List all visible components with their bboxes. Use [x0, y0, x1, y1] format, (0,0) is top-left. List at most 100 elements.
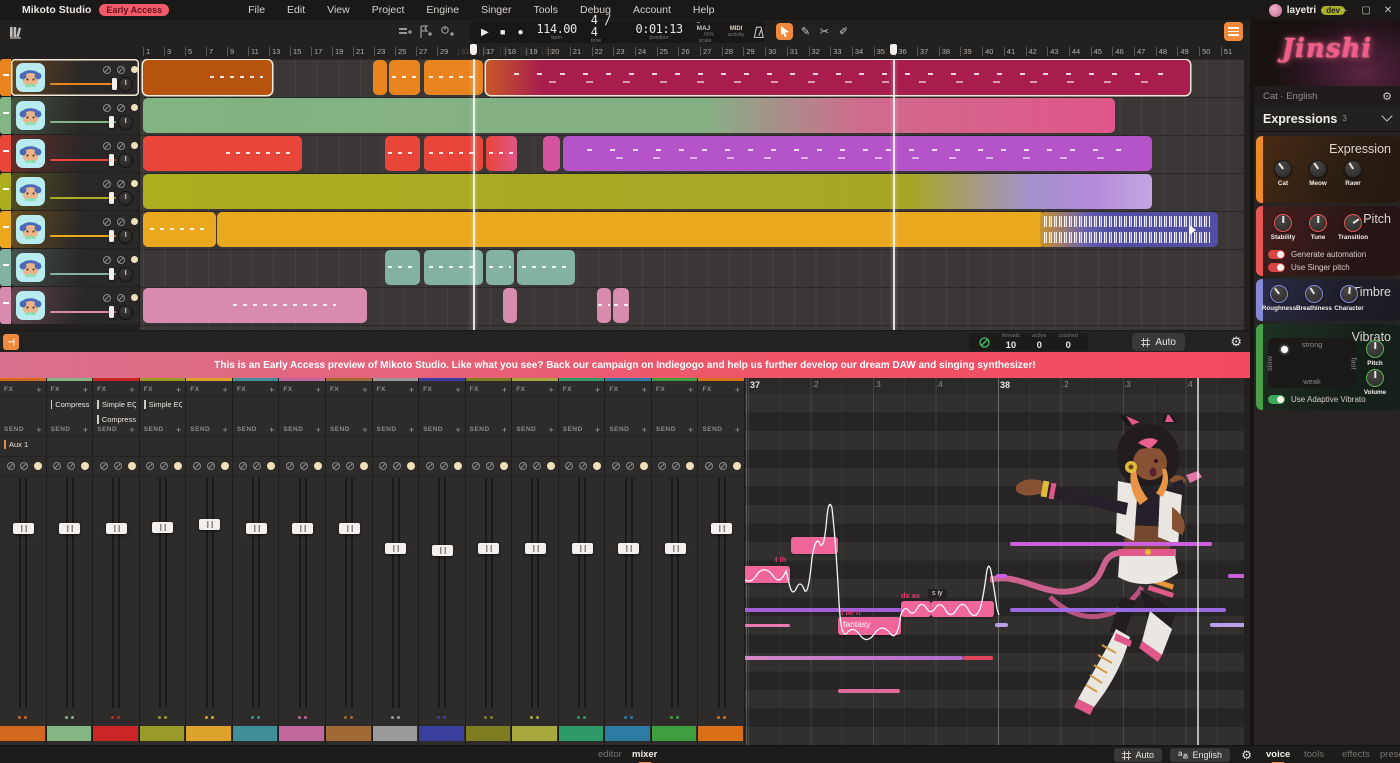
maximize-button[interactable]: ▢ — [1360, 5, 1372, 16]
record-arm-icon[interactable] — [174, 462, 182, 470]
mute-icon[interactable] — [117, 218, 125, 226]
track-color-tab[interactable] — [0, 135, 11, 172]
fader-handle[interactable] — [711, 523, 732, 534]
solo-icon[interactable] — [286, 462, 294, 470]
menu-item-project[interactable]: Project — [363, 2, 414, 18]
record-arm-icon[interactable] — [128, 462, 136, 470]
metronome-icon[interactable] — [753, 25, 765, 40]
add-marker-icon[interactable] — [418, 24, 434, 40]
xy-position-dot[interactable] — [1281, 346, 1288, 353]
add-fx-button[interactable]: + — [595, 385, 600, 395]
send-header[interactable]: SEND+ — [190, 423, 228, 436]
pan-knob[interactable] — [118, 115, 133, 130]
solo-icon[interactable] — [103, 218, 111, 226]
fader-handle[interactable] — [199, 519, 220, 530]
queue-menu-button[interactable] — [1224, 22, 1243, 41]
add-fx-button[interactable]: + — [455, 385, 460, 395]
track-header[interactable] — [0, 59, 140, 96]
volume-handle[interactable] — [112, 78, 117, 90]
volume-slider[interactable] — [50, 121, 116, 123]
send-header[interactable]: SEND+ — [377, 423, 415, 436]
mixer-strip[interactable]: FX+ SEND+ — [373, 378, 420, 745]
toggle-generate-automation[interactable]: Generate automation — [1268, 250, 1366, 259]
timeline-ruler[interactable]: 1357911131517192123252729313335373917181… — [140, 44, 1244, 59]
mute-icon[interactable] — [117, 142, 125, 150]
track-header[interactable] — [0, 173, 140, 210]
send-header[interactable]: SEND+ — [423, 423, 461, 436]
mute-icon[interactable] — [579, 462, 587, 470]
mute-icon[interactable] — [114, 462, 122, 470]
record-arm-icon[interactable] — [733, 462, 741, 470]
strip-color-pad[interactable] — [419, 726, 464, 741]
minimize-button[interactable]: – — [1338, 5, 1350, 16]
menu-item-help[interactable]: Help — [684, 2, 724, 18]
fx-header[interactable]: FX+ — [237, 383, 275, 396]
track-color-tab[interactable] — [0, 287, 11, 324]
fx-header[interactable]: FX+ — [656, 383, 694, 396]
fx-header[interactable]: FX+ — [330, 383, 368, 396]
add-tempo-icon[interactable] — [440, 24, 456, 40]
fx-header[interactable]: FX+ — [702, 383, 740, 396]
send-header[interactable]: SEND+ — [470, 423, 508, 436]
record-arm-icon[interactable] — [131, 180, 138, 187]
track-card[interactable] — [11, 287, 139, 324]
send-header[interactable]: SEND+ — [563, 423, 601, 436]
mute-icon[interactable] — [117, 66, 125, 74]
singer-avatar-icon[interactable] — [16, 291, 45, 320]
send-header[interactable]: SEND+ — [702, 423, 740, 436]
fader-handle[interactable] — [339, 523, 360, 534]
record-arm-icon[interactable] — [131, 218, 138, 225]
fader-handle[interactable] — [106, 523, 127, 534]
solo-icon[interactable] — [103, 66, 111, 74]
singer-avatar-icon[interactable] — [16, 253, 45, 282]
pencil-tool-button[interactable]: ✎ — [797, 23, 814, 40]
solo-icon[interactable] — [379, 462, 387, 470]
volume-handle[interactable] — [109, 192, 114, 204]
knob-stability[interactable]: Stability — [1270, 214, 1296, 241]
add-send-button[interactable]: + — [735, 425, 740, 435]
send-header[interactable]: SEND+ — [283, 423, 321, 436]
tab-voice[interactable]: voice — [1266, 749, 1290, 760]
track-header[interactable] — [0, 287, 140, 324]
add-fx-button[interactable]: + — [362, 385, 367, 395]
pan-knob[interactable] — [118, 77, 133, 92]
record-arm-icon[interactable] — [81, 462, 89, 470]
singer-settings-gear-icon[interactable]: ⚙ — [1382, 90, 1392, 103]
solo-icon[interactable] — [239, 462, 247, 470]
fx-header[interactable]: FX+ — [377, 383, 415, 396]
strip-color-pad[interactable] — [326, 726, 371, 741]
singer-avatar-icon[interactable] — [16, 101, 45, 130]
send-header[interactable]: SEND+ — [656, 423, 694, 436]
track-header[interactable] — [0, 135, 140, 172]
add-send-button[interactable]: + — [409, 425, 414, 435]
send-header[interactable]: SEND+ — [51, 423, 89, 436]
add-send-button[interactable]: + — [362, 425, 367, 435]
solo-icon[interactable] — [103, 256, 111, 264]
tab-editor[interactable]: editor — [598, 749, 622, 760]
pan-knob[interactable] — [118, 267, 133, 282]
mixer-strip[interactable]: FX+ SEND+ — [698, 378, 745, 745]
piano-roll-editor[interactable]: 37.2.3.438.2.3.439fantasyt ihf ae ndx ax… — [745, 378, 1244, 745]
mute-icon[interactable] — [719, 462, 727, 470]
menu-item-edit[interactable]: Edit — [278, 2, 314, 18]
record-arm-icon[interactable] — [131, 66, 138, 73]
add-send-button[interactable]: + — [688, 425, 693, 435]
record-arm-icon[interactable] — [593, 462, 601, 470]
stop-button[interactable]: ■ — [494, 27, 512, 37]
mixer-strip[interactable]: FX+SEND+ — [466, 378, 513, 745]
record-arm-icon[interactable] — [267, 462, 275, 470]
clip[interactable] — [1040, 212, 1218, 247]
track-header[interactable] — [0, 97, 140, 134]
mute-icon[interactable] — [486, 462, 494, 470]
clip[interactable] — [517, 250, 575, 285]
solo-icon[interactable] — [100, 462, 108, 470]
track-card[interactable] — [11, 173, 139, 210]
knob-breathiness[interactable]: Breathiness — [1301, 285, 1327, 312]
mixer-strip[interactable]: FX+Simple EQCompressorSEND+ — [93, 378, 140, 745]
solo-icon[interactable] — [146, 462, 154, 470]
solo-icon[interactable] — [103, 294, 111, 302]
knob-character[interactable]: Character — [1336, 285, 1362, 312]
mute-icon[interactable] — [393, 462, 401, 470]
tab-tools[interactable]: tools — [1304, 749, 1324, 760]
fader-handle[interactable] — [525, 543, 546, 554]
